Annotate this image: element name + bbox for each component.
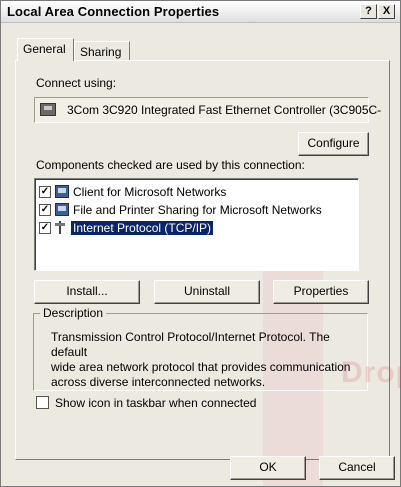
adapter-name: 3Com 3C920 Integrated Fast Ethernet Cont… — [67, 103, 382, 117]
properties-button[interactable]: Properties — [273, 280, 369, 304]
component-checkbox[interactable]: ✓ — [39, 186, 51, 198]
description-line: Transmission Control Protocol/Internet P… — [51, 330, 330, 359]
help-button[interactable]: ? — [360, 4, 377, 19]
uninstall-button[interactable]: Uninstall — [154, 280, 260, 304]
components-label: Components checked are used by this conn… — [36, 158, 305, 172]
ok-button[interactable]: OK — [230, 456, 306, 480]
configure-button[interactable]: Configure — [298, 132, 369, 156]
component-label: File and Printer Sharing for Microsoft N… — [73, 203, 322, 217]
close-button[interactable]: X — [378, 4, 395, 19]
network-service-icon — [55, 203, 69, 216]
tab-sharing[interactable]: Sharing — [74, 41, 130, 61]
taskbar-icon-label: Show icon in taskbar when connected — [55, 396, 257, 410]
connect-using-label: Connect using: — [36, 76, 117, 90]
description-title: Description — [40, 306, 107, 320]
watermark-text: Dropp — [341, 356, 401, 389]
component-label: Client for Microsoft Networks — [73, 185, 227, 199]
network-card-icon — [40, 103, 56, 116]
components-list[interactable]: ✓ Client for Microsoft Networks ✓ File a… — [34, 178, 359, 271]
component-label-selected: Internet Protocol (TCP/IP) — [71, 221, 214, 235]
cancel-button[interactable]: Cancel — [319, 456, 395, 480]
tab-general[interactable]: General — [17, 38, 74, 61]
description-text: Transmission Control Protocol/Internet P… — [51, 330, 356, 390]
properties-dialog: Local Area Connection Properties ? X Gen… — [0, 0, 401, 487]
window-title: Local Area Connection Properties — [7, 4, 220, 19]
description-line: wide area network protocol that provides… — [51, 360, 351, 374]
adapter-field[interactable]: 3Com 3C920 Integrated Fast Ethernet Cont… — [34, 97, 381, 123]
install-button[interactable]: Install... — [34, 280, 140, 304]
component-checkbox[interactable]: ✓ — [39, 204, 51, 216]
component-checkbox[interactable]: ✓ — [39, 222, 51, 234]
description-line: across diverse interconnected networks. — [51, 375, 266, 389]
protocol-icon — [55, 221, 65, 234]
title-bar[interactable]: Local Area Connection Properties ? X — [1, 1, 400, 23]
taskbar-icon-checkbox[interactable] — [36, 396, 49, 409]
network-client-icon — [55, 185, 69, 198]
